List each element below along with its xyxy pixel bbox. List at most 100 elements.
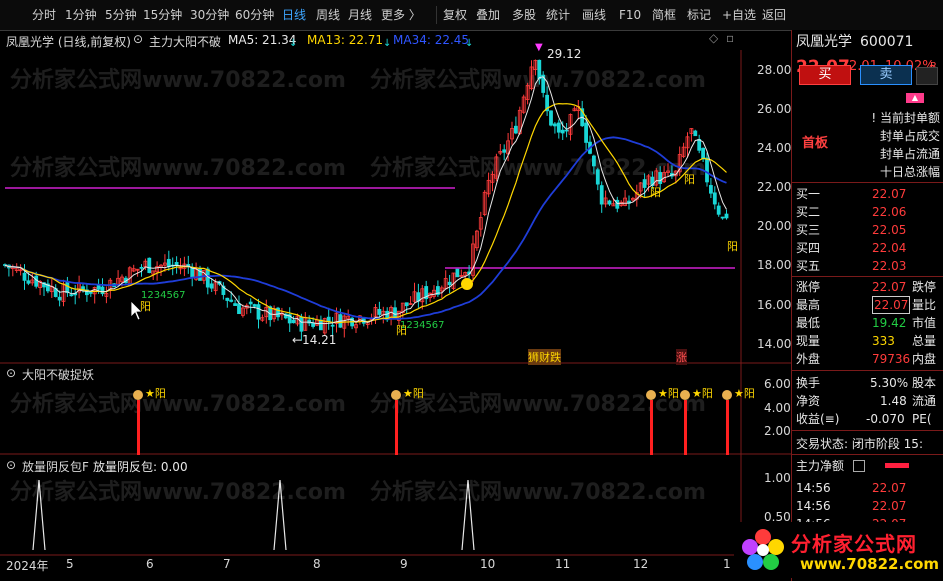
stat-extra: 跌停 <box>912 280 937 294</box>
mark-button[interactable]: 标记 <box>687 6 711 24</box>
signal-bar <box>395 400 398 455</box>
adjust-button[interactable]: 复权 <box>443 6 467 24</box>
y-tick: 22.00 <box>757 180 792 194</box>
info-line: ! 当前封单额 <box>871 111 940 125</box>
bid-label: 买二 <box>796 205 821 219</box>
back-button[interactable]: 返回 <box>762 6 786 24</box>
stat-label: 最低 <box>796 316 821 330</box>
signal-spikes <box>32 479 475 551</box>
candle-body <box>166 258 171 268</box>
event-tag[interactable]: 狮财跌 <box>528 349 561 365</box>
sell-button[interactable]: 卖 <box>860 65 912 85</box>
bid-price: 22.03 <box>872 259 907 273</box>
stat-value: 22.07 <box>872 296 911 314</box>
period-tab-weekly[interactable]: 周线 <box>316 6 340 24</box>
buy-button[interactable]: 买 <box>799 65 851 85</box>
add-watchlist-button[interactable]: +自选 <box>722 6 756 24</box>
yang-label: 阳 <box>396 324 407 337</box>
ma13-line <box>4 102 727 324</box>
collapse-icon[interactable]: ▲ <box>906 93 924 103</box>
candle-body <box>205 268 210 288</box>
candle-body <box>556 122 561 133</box>
signal-marker: ★阳 <box>658 387 679 400</box>
signal-marker: ★阳 <box>145 387 166 400</box>
high-label: 29.12 <box>547 47 582 61</box>
candle-body <box>57 296 62 301</box>
yang-label: 阳 <box>684 173 695 186</box>
statistics-button[interactable]: 统计 <box>546 6 570 24</box>
x-tick: 11 <box>555 557 571 571</box>
candle-body <box>549 110 553 126</box>
candle-body <box>233 303 238 306</box>
x-tick: 5 <box>66 557 74 571</box>
info-line: 封单占流通 <box>879 147 940 161</box>
candle-body <box>697 138 702 151</box>
candle-body <box>377 309 382 315</box>
period-tab-60min[interactable]: 60分钟 <box>235 6 274 24</box>
candle-body <box>712 192 717 205</box>
stat-value: 19.42 <box>872 316 907 330</box>
chart-canvas[interactable]: ▼ ↓ ↓ ↓ <box>0 30 791 581</box>
money-bag-icon <box>646 390 656 400</box>
stat-label: 外盘 <box>796 352 821 366</box>
x-tick: 6 <box>146 557 154 571</box>
y-tick: 16.00 <box>757 298 792 312</box>
money-bag-icon <box>680 390 690 400</box>
period-tab-more[interactable]: 更多 〉 <box>381 6 421 24</box>
period-tab-30min[interactable]: 30分钟 <box>190 6 229 24</box>
candle-body <box>701 147 705 160</box>
candle-body <box>607 200 612 205</box>
stat-value: 1.48 <box>880 394 907 408</box>
info-line: 封单占成交 <box>879 129 940 143</box>
stat-label: 换手 <box>796 376 821 390</box>
stat-value: 79736 <box>872 352 911 366</box>
info-line: 十日总涨幅 <box>879 165 940 179</box>
candle-body <box>693 130 698 137</box>
logo-name: 分析家公式网 <box>791 532 917 556</box>
candle-body <box>705 157 709 183</box>
stock-code: 600071 <box>860 34 914 50</box>
net-flow-icon[interactable] <box>853 460 865 472</box>
smiley-icon <box>461 278 473 290</box>
overlay-button[interactable]: 叠加 <box>476 6 500 24</box>
x-tick: 9 <box>400 557 408 571</box>
period-tab-daily[interactable]: 日线 <box>282 6 306 24</box>
period-tab-1min[interactable]: 1分钟 <box>65 6 97 24</box>
signal-bar <box>684 400 687 455</box>
candle-body <box>724 213 729 219</box>
candle-body <box>237 303 241 315</box>
simple-frame-button[interactable]: 简框 <box>652 6 676 24</box>
event-tag[interactable]: 涨 <box>676 349 687 365</box>
stat-extra: PE( <box>912 412 932 426</box>
x-tick: 7 <box>223 557 231 571</box>
toolbar-divider <box>436 6 437 24</box>
period-tab-5min[interactable]: 5分钟 <box>105 6 137 24</box>
candle-body <box>256 304 261 320</box>
y-tick: 6.00 <box>764 377 791 391</box>
draw-line-button[interactable]: 画线 <box>582 6 606 24</box>
panel-divider <box>792 430 943 431</box>
candle-body <box>584 122 588 143</box>
candle-body <box>69 294 74 297</box>
x-tick: 10 <box>480 557 496 571</box>
subchart-toggle-icon[interactable]: ⊙ <box>6 366 16 380</box>
period-tab-monthly[interactable]: 月线 <box>348 6 372 24</box>
f10-button[interactable]: F10 <box>619 6 641 24</box>
yang-label: 阳 <box>650 186 661 199</box>
subchart-toggle-icon[interactable]: ⊙ <box>6 458 16 472</box>
flower-logo-icon <box>742 529 784 570</box>
toolbar: 分时 1分钟 5分钟 15分钟 30分钟 60分钟 日线 周线 月线 更多 〉 … <box>0 0 943 31</box>
candle-body <box>147 257 152 274</box>
down-arrow-icon: ↓ <box>383 38 391 49</box>
y-tick: 14.00 <box>757 337 792 351</box>
quote-panel: 凤凰光学 600071 22.07 2.01 10.02% R 买 卖 ▲ 首板… <box>791 30 943 581</box>
stat-extra: 内盘 <box>912 352 937 366</box>
bid-label: 买三 <box>796 223 821 237</box>
period-tab-timeshare[interactable]: 分时 <box>32 6 56 24</box>
stat-label: 收益(≡) <box>796 412 840 426</box>
multi-stock-button[interactable]: 多股 <box>512 6 536 24</box>
signal-bar <box>137 400 140 455</box>
period-tab-15min[interactable]: 15分钟 <box>143 6 182 24</box>
grid-icon[interactable] <box>916 67 938 85</box>
stat-extra: 市值 <box>912 316 937 330</box>
